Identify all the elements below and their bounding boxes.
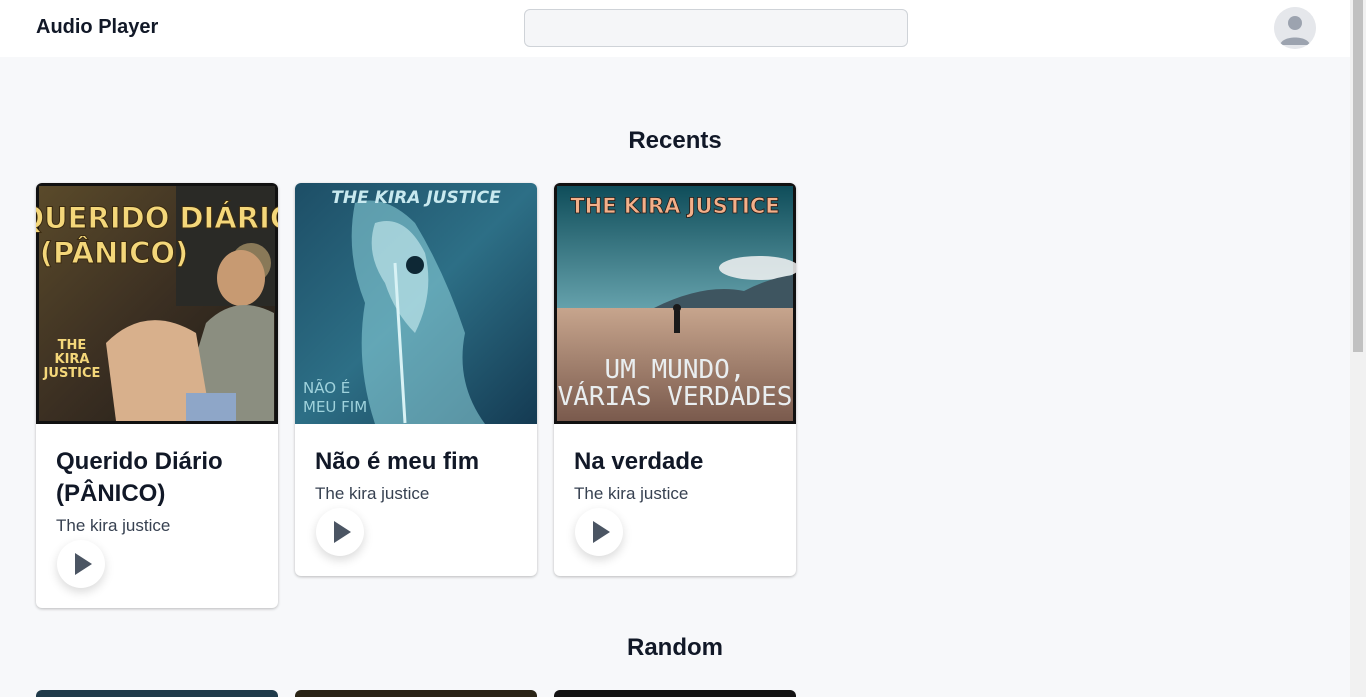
random-card-cover[interactable] [36, 690, 278, 697]
play-icon [334, 521, 351, 543]
track-title[interactable]: Querido Diário (PÂNICO) [56, 446, 258, 510]
svg-text:KIRA: KIRA [55, 352, 90, 367]
svg-text:NÃO É: NÃO É [303, 378, 350, 397]
play-button[interactable] [575, 508, 623, 556]
svg-text:JUSTICE: JUSTICE [43, 366, 101, 381]
track-card[interactable]: THE KIRA JUSTICE UM MUNDO, VÁRIAS VERDAD… [554, 183, 796, 576]
svg-text:UM MUNDO,: UM MUNDO, [605, 355, 746, 385]
top-navbar: Audio Player [0, 0, 1350, 57]
album-cover[interactable]: THE KIRA JUSTICE UM MUNDO, VÁRIAS VERDAD… [554, 183, 796, 424]
play-button[interactable] [316, 508, 364, 556]
svg-text:VÁRIAS VERDADES: VÁRIAS VERDADES [558, 380, 793, 412]
svg-text:THE: THE [58, 338, 87, 353]
app-title[interactable]: Audio Player [36, 16, 158, 39]
play-icon [75, 553, 92, 575]
track-card[interactable]: QUERIDO DIÁRIO (PÂNICO) THE KIRA JUSTICE… [36, 183, 278, 608]
track-card[interactable]: THE KIRA JUSTICE NÃO É MEU FIM Não é meu… [295, 183, 537, 576]
user-avatar-icon[interactable] [1274, 7, 1316, 49]
track-title[interactable]: Na verdade [574, 446, 776, 478]
svg-text:THE KIRA JUSTICE: THE KIRA JUSTICE [570, 194, 779, 218]
random-section-title: Random [627, 634, 723, 661]
track-artist: The kira justice [56, 516, 171, 535]
track-artist: The kira justice [315, 484, 430, 503]
page-scrollbar[interactable] [1350, 0, 1366, 697]
track-artist: The kira justice [574, 484, 689, 503]
scrollbar-thumb[interactable] [1353, 0, 1363, 352]
svg-text:QUERIDO DIÁRIO: QUERIDO DIÁRIO [36, 201, 278, 235]
svg-text:MEU FIM: MEU FIM [303, 398, 367, 416]
recents-section-title: Recents [628, 127, 722, 154]
random-card-cover[interactable] [295, 690, 537, 697]
play-icon [593, 521, 610, 543]
search-input[interactable] [524, 9, 908, 47]
random-card-cover[interactable] [554, 690, 796, 697]
album-cover[interactable]: THE KIRA JUSTICE NÃO É MEU FIM [295, 183, 537, 424]
track-title[interactable]: Não é meu fim [315, 446, 517, 478]
album-cover[interactable]: QUERIDO DIÁRIO (PÂNICO) THE KIRA JUSTICE [36, 183, 278, 424]
svg-text:THE KIRA JUSTICE: THE KIRA JUSTICE [331, 188, 501, 208]
play-button[interactable] [57, 540, 105, 588]
svg-text:(PÂNICO): (PÂNICO) [40, 236, 189, 270]
